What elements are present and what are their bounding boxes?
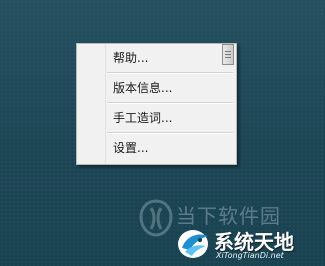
watermark-logo-icon	[139, 199, 173, 237]
menu-item-manual-word-creation[interactable]: 手工造词...	[107, 106, 233, 130]
menu-icon-gutter	[77, 44, 106, 164]
menu-separator	[107, 72, 233, 74]
toolbar-drag-handle[interactable]	[222, 44, 234, 65]
menu-item-label: 设置...	[113, 141, 149, 155]
site-url-text: XiTongTianDi.net	[216, 251, 284, 260]
menu-item-version-info[interactable]: 版本信息...	[107, 76, 233, 100]
watermark-site-text: 当下软件园	[176, 204, 281, 228]
menu-item-settings[interactable]: 设置...	[107, 136, 233, 160]
context-menu: 帮助... 版本信息... 手工造词... 设置...	[76, 43, 237, 165]
menu-separator	[107, 132, 233, 134]
menu-item-label: 版本信息...	[113, 81, 173, 95]
menu-item-help[interactable]: 帮助...	[107, 46, 233, 70]
menu-item-label: 手工造词...	[113, 111, 173, 125]
menu-item-label: 帮助...	[113, 51, 149, 65]
menu-separator	[107, 102, 233, 104]
site-logo-icon	[178, 230, 208, 258]
